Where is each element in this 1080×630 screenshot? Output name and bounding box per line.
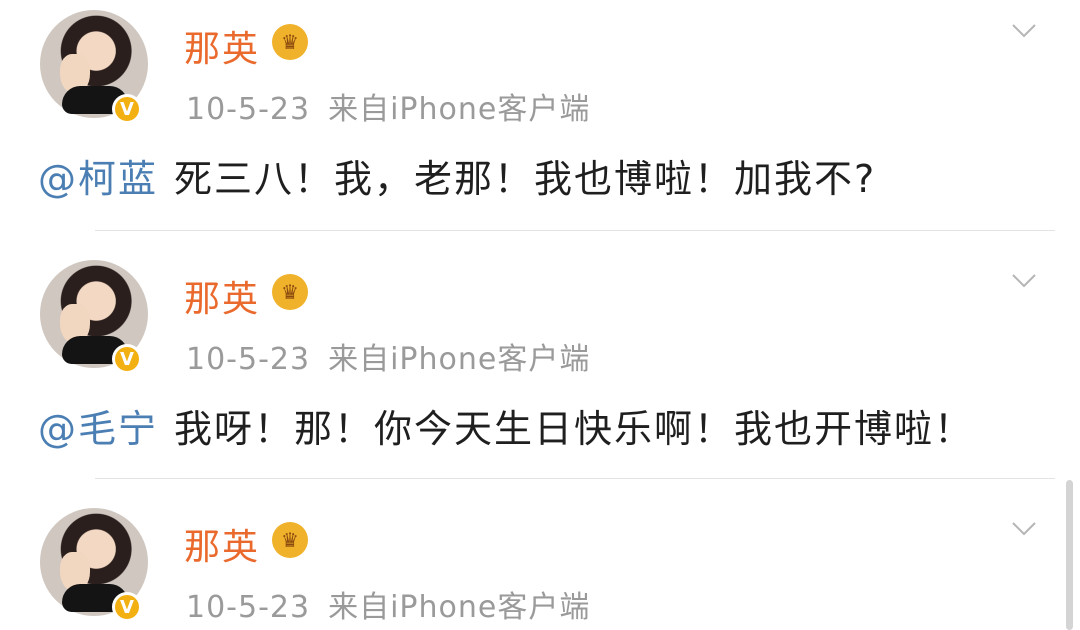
divider bbox=[95, 478, 1055, 479]
post-date: 10-5-23 bbox=[186, 590, 311, 625]
post-date: 10-5-23 bbox=[186, 92, 311, 127]
scrollbar[interactable] bbox=[1066, 480, 1073, 630]
post-text: 死三八！我，老那！我也博啦！加我不? bbox=[174, 157, 877, 201]
post-content: @柯蓝 死三八！我，老那！我也博啦！加我不? bbox=[38, 148, 876, 203]
chevron-down-icon[interactable] bbox=[1010, 514, 1038, 542]
post-meta: 10-5-23 来自iPhone客户端 bbox=[186, 84, 590, 128]
post-source[interactable]: 来自iPhone客户端 bbox=[328, 92, 590, 127]
crown-icon: ♛ bbox=[272, 274, 308, 310]
mention-link[interactable]: @柯蓝 bbox=[38, 157, 158, 201]
mention-link[interactable]: @毛宁 bbox=[38, 407, 158, 451]
crown-icon: ♛ bbox=[272, 522, 308, 558]
post-source[interactable]: 来自iPhone客户端 bbox=[328, 590, 590, 625]
divider bbox=[95, 230, 1055, 231]
verified-badge-icon: V bbox=[112, 344, 142, 374]
verified-badge-icon: V bbox=[112, 94, 142, 124]
crown-icon: ♛ bbox=[272, 24, 308, 60]
post-content: @毛宁 我呀！那！你今天生日快乐啊！我也开博啦！ bbox=[38, 398, 974, 453]
post-date: 10-5-23 bbox=[186, 342, 311, 377]
post-meta: 10-5-23 来自iPhone客户端 bbox=[186, 582, 590, 626]
verified-badge-icon: V bbox=[112, 592, 142, 622]
user-name[interactable]: 那英 bbox=[184, 20, 260, 72]
post-source[interactable]: 来自iPhone客户端 bbox=[328, 342, 590, 377]
chevron-down-icon[interactable] bbox=[1010, 16, 1038, 44]
user-name[interactable]: 那英 bbox=[184, 518, 260, 570]
chevron-down-icon[interactable] bbox=[1010, 266, 1038, 294]
post-meta: 10-5-23 来自iPhone客户端 bbox=[186, 334, 590, 378]
post-text: 我呀！那！你今天生日快乐啊！我也开博啦！ bbox=[174, 407, 975, 451]
user-name[interactable]: 那英 bbox=[184, 270, 260, 322]
